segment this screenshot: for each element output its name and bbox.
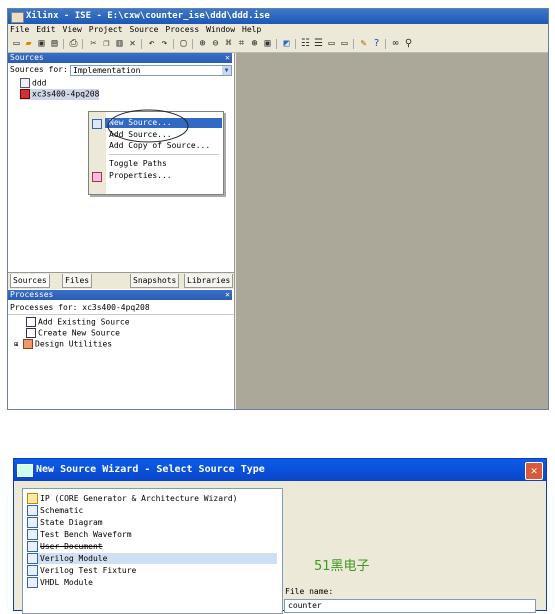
list-item[interactable]: User Document	[27, 541, 103, 552]
source-type-label: Test Bench Waveform	[40, 530, 132, 539]
list-item[interactable]: IP (CORE Generator & Architecture Wizard…	[27, 493, 237, 504]
file-name-label: File name:	[285, 587, 334, 596]
list-item[interactable]: Test Bench Waveform	[27, 529, 132, 540]
watermark: 51黑电子	[314, 559, 370, 574]
annotation-circle-new-source	[107, 109, 189, 143]
source-type-label: Verilog Module	[40, 554, 108, 563]
list-item[interactable]: Verilog Module	[27, 553, 277, 564]
file-name-value: counter	[288, 601, 322, 610]
list-item[interactable]: Verilog Test Fixture	[27, 565, 136, 576]
source-type-list: IP (CORE Generator & Architecture Wizard…	[22, 488, 283, 614]
schematic-icon	[27, 505, 38, 516]
wizard-app-icon	[17, 464, 33, 477]
source-type-label: Schematic	[40, 506, 84, 515]
list-item[interactable]: State Diagram	[27, 517, 103, 528]
verilog-module-icon	[27, 553, 38, 564]
wizard-title-bar[interactable]: New Source Wizard - Select Source Type ✕	[14, 459, 546, 481]
close-button[interactable]: ✕	[525, 462, 543, 480]
new-source-wizard: New Source Wizard - Select Source Type ✕…	[13, 458, 547, 614]
state-diagram-icon	[27, 517, 38, 528]
source-type-label: VHDL Module	[40, 578, 93, 587]
document-icon	[27, 541, 38, 552]
list-item[interactable]: Schematic	[27, 505, 83, 516]
list-item[interactable]: VHDL Module	[27, 577, 93, 588]
waveform-icon	[27, 529, 38, 540]
source-type-label: User Document	[40, 542, 103, 551]
source-type-label: IP (CORE Generator & Architecture Wizard…	[40, 494, 238, 503]
source-type-label: Verilog Test Fixture	[40, 566, 137, 575]
wizard-title: New Source Wizard - Select Source Type	[36, 464, 265, 475]
source-type-label: State Diagram	[40, 518, 103, 527]
verilog-fixture-icon	[27, 565, 38, 576]
ip-core-icon	[27, 493, 38, 504]
vhdl-module-icon	[27, 577, 38, 588]
